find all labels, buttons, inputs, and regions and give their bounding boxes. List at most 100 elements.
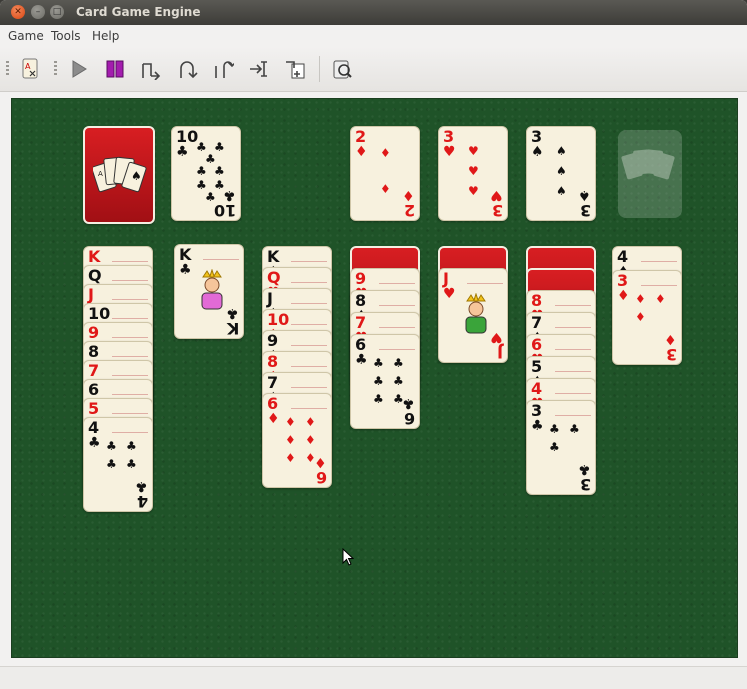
card-pip: ♣ <box>393 356 404 370</box>
svg-text:A: A <box>25 62 31 71</box>
card-decoration <box>379 305 415 307</box>
tableau-card[interactable]: J ♥ J ♥ <box>438 268 508 363</box>
play-icon[interactable] <box>67 57 91 81</box>
card-decoration <box>379 327 415 329</box>
foundation-1[interactable]: 2 ♦ ♦ ♦ 2 ♦ <box>350 126 420 221</box>
card-decoration <box>112 356 148 358</box>
card-pip: ♣ <box>373 374 384 388</box>
app-window: ✕ – □ Card Game Engine Game Tools Help A <box>0 0 747 689</box>
step-icon[interactable] <box>247 57 271 81</box>
minimize-window-button[interactable]: – <box>31 5 45 19</box>
card-decoration <box>555 349 591 351</box>
card-suit-bottom: ♣ <box>226 305 239 321</box>
card-decoration <box>291 303 327 305</box>
card-suit-bottom: ♦ <box>314 454 327 470</box>
card-rank-bottom: J <box>497 343 503 362</box>
title-bar[interactable]: ✕ – □ Card Game Engine <box>0 0 747 25</box>
undo-icon[interactable] <box>139 57 163 81</box>
card-rank-bottom: 2 <box>403 201 415 220</box>
card-pip: ♦ <box>655 292 666 306</box>
game-selector-icon[interactable]: A <box>19 57 43 81</box>
hint-icon[interactable] <box>330 57 354 81</box>
card-decoration <box>112 375 148 377</box>
card-suit-bottom: ♣ <box>223 187 236 203</box>
card-decoration <box>203 259 239 261</box>
menu-tools[interactable]: Tools <box>51 29 81 43</box>
empty-foundation-icon <box>621 149 675 180</box>
replay-icon[interactable] <box>211 57 235 81</box>
menu-help[interactable]: Help <box>92 29 119 43</box>
card-decoration <box>641 285 677 287</box>
card-decoration <box>379 283 415 285</box>
card-pip: ♣ <box>373 392 384 406</box>
card-suit: ♦ <box>355 144 368 160</box>
card-decoration <box>112 280 148 282</box>
card-decoration <box>555 393 591 395</box>
card-pip: ♦ <box>305 433 316 447</box>
redo-icon[interactable] <box>175 57 199 81</box>
card-decoration <box>555 327 591 329</box>
card-suit: ♠ <box>531 144 544 160</box>
card-pip: ♦ <box>305 451 316 465</box>
deal-icon[interactable] <box>283 57 307 81</box>
tableau-card[interactable]: 3 ♣ 3 ♣ ♣ ♣ ♣ <box>526 400 596 495</box>
card-decoration <box>555 305 591 307</box>
card-pip: ♣ <box>569 422 580 436</box>
talon-card[interactable]: 10 ♣ ♣ ♣ ♣ ♣ ♣ ♣ ♣ ♣ 10 ♣ <box>171 126 241 221</box>
toolbar-separator <box>319 56 320 82</box>
stock-pile[interactable]: A ♠ <box>83 126 155 224</box>
card-decoration <box>641 261 677 263</box>
card-pip: ♣ <box>126 457 137 471</box>
card-rank-bottom: K <box>226 319 239 338</box>
svg-text:A: A <box>98 170 103 178</box>
mouse-cursor-icon <box>342 548 354 566</box>
card-decoration <box>112 337 148 339</box>
close-window-button[interactable]: ✕ <box>11 5 25 19</box>
card-suit: ♣ <box>355 352 368 368</box>
card-pip: ♣ <box>126 439 137 453</box>
game-table[interactable]: A ♠ 10 ♣ ♣ ♣ ♣ ♣ ♣ ♣ ♣ ♣ 10 ♣ 2 ♦ ♦ ♦ 2 ♦ 3 ♥… <box>11 98 738 658</box>
tableau-card[interactable]: K ♣ K ♣ <box>174 244 244 339</box>
window-title: Card Game Engine <box>76 5 201 19</box>
card-suit-bottom: ♥ <box>490 329 503 345</box>
card-decoration <box>291 345 327 347</box>
card-pip: ♦ <box>285 451 296 465</box>
card-rank-bottom: 3 <box>491 201 503 220</box>
card-pip: ♦ <box>635 310 646 324</box>
card-pip: ♦ <box>305 415 316 429</box>
card-suit: ♣ <box>88 435 101 451</box>
card-rank-bottom: 4 <box>136 492 148 511</box>
card-suit-bottom: ♥ <box>490 187 503 203</box>
card-decoration <box>112 394 148 396</box>
tableau-card[interactable]: 6 ♦ 6 ♦ ♦ ♦ ♦ ♦ ♦ ♦ <box>262 393 332 488</box>
tableau-card[interactable]: 4 ♣ 4 ♣ ♣ ♣ ♣ ♣ <box>83 417 153 512</box>
card-suit: ♦ <box>617 288 630 304</box>
card-pip: ♣ <box>106 439 117 453</box>
pause-icon[interactable] <box>103 57 127 81</box>
card-pip: ♣ <box>373 356 384 370</box>
card-decoration <box>291 282 327 284</box>
card-suit: ♥ <box>443 144 456 160</box>
card-rank-bottom: 6 <box>403 409 415 428</box>
tableau-card[interactable]: 6 ♣ 6 ♣ ♣ ♣ ♣ ♣ ♣ ♣ <box>350 334 420 429</box>
toolbar-grip-2[interactable] <box>54 61 57 77</box>
card-suit: ♣ <box>179 262 192 278</box>
card-suit: ♦ <box>267 411 280 427</box>
card-decoration <box>112 413 148 415</box>
card-decoration <box>555 371 591 373</box>
card-decoration <box>291 387 327 389</box>
card-decoration <box>112 318 148 320</box>
card-pip: ♣ <box>106 457 117 471</box>
menu-game[interactable]: Game <box>8 29 44 43</box>
toolbar-grip[interactable] <box>6 61 9 77</box>
foundation-2[interactable]: 3 ♥ ♥ ♥ ♥ 3 ♥ <box>438 126 508 221</box>
foundation-3[interactable]: 3 ♠ ♠ ♠ ♠ 3 ♠ <box>526 126 596 221</box>
foundation-4-empty[interactable] <box>618 130 682 218</box>
maximize-window-button[interactable]: □ <box>50 5 64 19</box>
tableau-card[interactable]: 3 ♦ 3 ♦ ♦ ♦ ♦ <box>612 270 682 365</box>
card-rank-bottom: 6 <box>315 468 327 487</box>
card-suit-bottom: ♣ <box>578 461 591 477</box>
card-decoration <box>555 415 591 417</box>
menu-bar: Game Tools Help <box>0 25 747 47</box>
card-decoration <box>291 366 327 368</box>
